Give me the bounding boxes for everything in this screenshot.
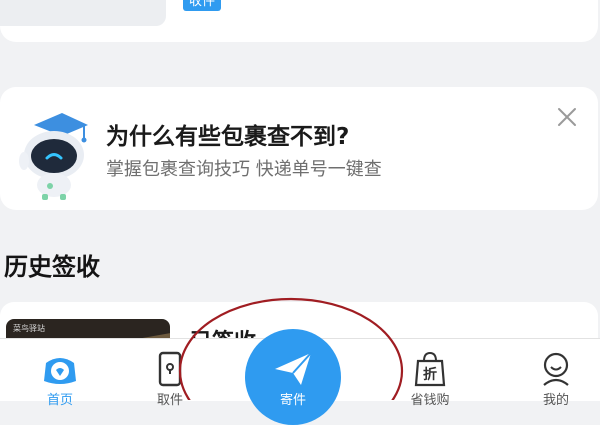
receive-tag: 收件 [183,0,222,11]
tip-banner[interactable]: 为什么有些包裹查不到? 掌握包裹查询技巧 快递单号一键查 [0,87,598,210]
package-thumbnail [0,0,166,26]
tab-savings-shop[interactable]: 折 省钱购 [370,339,490,408]
paper-plane-icon [275,352,312,385]
mascot-icon [44,358,76,384]
profile-icon [543,352,569,386]
tab-label: 省钱购 [410,393,450,408]
previous-package-card[interactable]: 收件 [0,0,598,42]
section-title-history: 历史签收 [4,253,100,281]
robot-mascot-icon [19,113,88,200]
svg-text:折: 折 [423,366,437,383]
discount-bag-icon: 折 [414,351,446,387]
tab-label: 寄件 [279,393,306,408]
tab-label: 我的 [542,393,569,408]
tab-home[interactable]: 首页 [0,339,120,408]
tip-title: 为什么有些包裹查不到? [106,124,350,150]
close-icon[interactable] [556,106,578,128]
locker-icon [158,351,182,387]
tab-pickup[interactable]: 取件 [110,339,230,408]
send-package-button[interactable]: 寄件 [245,329,341,425]
tab-profile[interactable]: 我的 [496,339,600,408]
thumbnail-brand-text: 菜鸟驿站 [13,324,45,333]
tip-subtitle: 掌握包裹查询技巧 快递单号一键查 [106,159,382,180]
tab-label: 首页 [46,393,73,408]
tab-label: 取件 [156,393,183,408]
